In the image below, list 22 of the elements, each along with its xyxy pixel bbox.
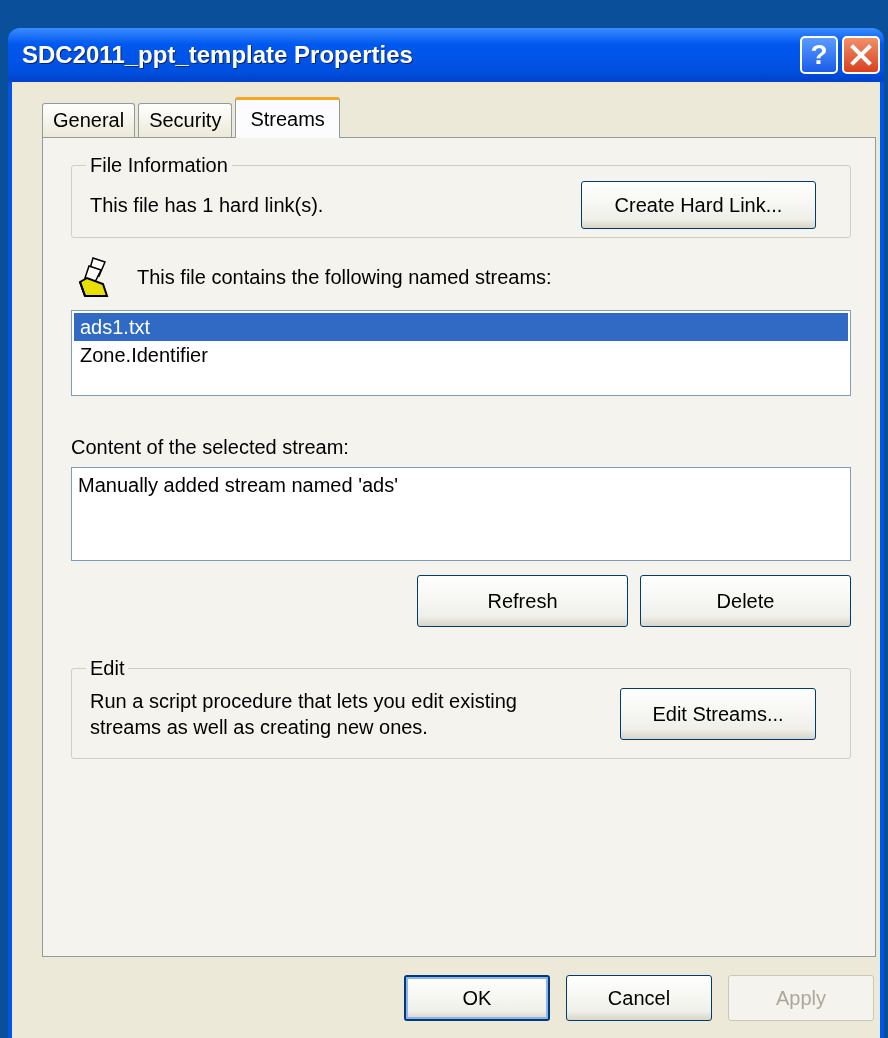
tab[interactable]: Security bbox=[138, 103, 233, 137]
list-item[interactable]: ads1.txt bbox=[74, 313, 848, 341]
close-button[interactable] bbox=[842, 36, 880, 74]
edit-description: Run a script procedure that lets you edit existing streams as well as creating new ones. bbox=[90, 689, 518, 740]
group-legend: Edit bbox=[86, 657, 129, 680]
help-button[interactable]: ? bbox=[800, 36, 838, 74]
group-legend: File Information bbox=[86, 154, 232, 177]
streams-label: This file contains the following named streams: bbox=[137, 265, 552, 289]
dialog-button[interactable]: OK bbox=[404, 975, 550, 1021]
action-button[interactable]: Refresh bbox=[417, 575, 628, 627]
list-item[interactable]: Zone.Identifier bbox=[74, 341, 848, 369]
action-button[interactable]: Delete bbox=[640, 575, 851, 627]
tab[interactable]: Streams bbox=[235, 97, 340, 138]
create-hard-link-button[interactable]: Create Hard Link... bbox=[581, 181, 816, 229]
edit-streams-button[interactable]: Edit Streams... bbox=[620, 688, 816, 740]
window-title: SDC2011_ppt_template Properties bbox=[22, 41, 413, 69]
hard-link-text: This file has 1 hard link(s). bbox=[90, 193, 324, 217]
dialog-button[interactable]: Cancel bbox=[566, 975, 712, 1021]
content-field[interactable]: Manually added stream named 'ads' bbox=[71, 467, 851, 561]
content-label: Content of the selected stream: bbox=[71, 436, 350, 459]
close-icon bbox=[850, 44, 872, 66]
tab[interactable]: General bbox=[42, 103, 136, 137]
